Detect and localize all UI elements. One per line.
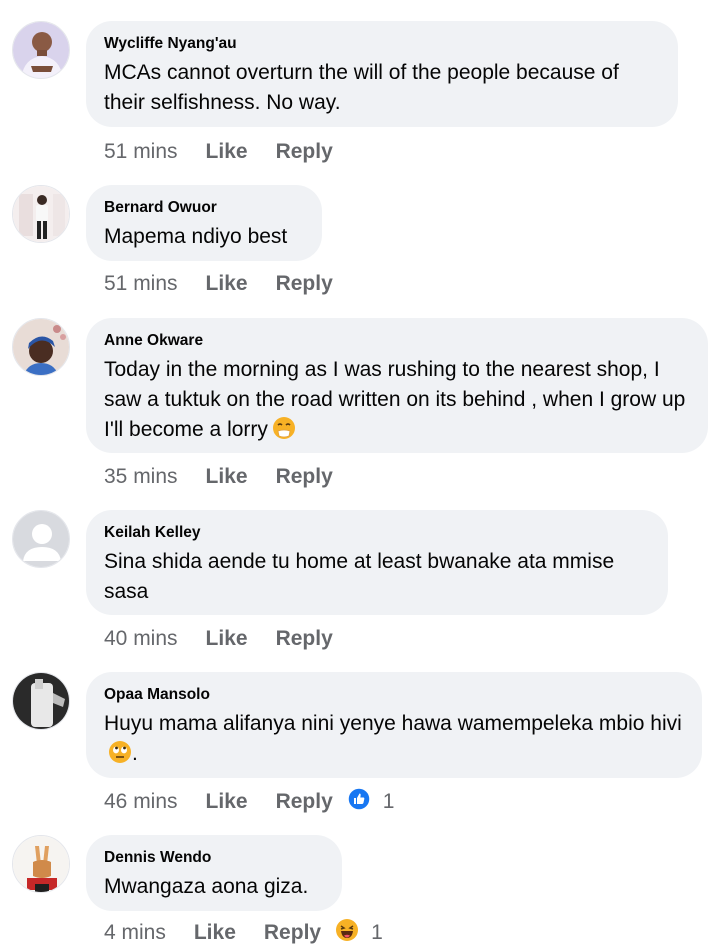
comment-bubble: Wycliffe Nyang'au MCAs cannot overturn t… — [86, 21, 678, 127]
like-reaction-icon — [347, 787, 371, 817]
comment-text: Huyu mama alifanya nini yenye hawa wamem… — [104, 709, 684, 773]
face-with-rolling-eyes-icon — [108, 740, 132, 773]
comment-author[interactable]: Anne Okware — [104, 332, 690, 350]
comment-actions: 51 mins Like Reply — [104, 270, 361, 298]
avatar[interactable] — [12, 672, 70, 730]
like-button[interactable]: Like — [206, 627, 248, 651]
reaction-count: 1 — [382, 790, 395, 813]
avatar[interactable] — [12, 21, 70, 79]
comment-author[interactable]: Keilah Kelley — [104, 524, 650, 542]
like-button[interactable]: Like — [194, 921, 236, 945]
comment-time[interactable]: 46 mins — [104, 790, 178, 814]
haha-reaction-icon — [335, 918, 359, 948]
comment-text: Today in the morning as I was rushing to… — [104, 355, 690, 449]
reply-button[interactable]: Reply — [276, 140, 333, 164]
comment-bubble: Opaa Mansolo Huyu mama alifanya nini yen… — [86, 672, 702, 778]
avatar-photo-icon — [13, 836, 69, 892]
comment-bubble: Dennis Wendo Mwangaza aona giza. — [86, 835, 342, 911]
avatar-photo-icon — [13, 22, 69, 78]
comment-time[interactable]: 4 mins — [104, 921, 166, 945]
comment-text-tail: . — [132, 742, 138, 765]
avatar-photo-icon — [13, 319, 69, 375]
comment-time[interactable]: 51 mins — [104, 272, 178, 296]
comment-author[interactable]: Dennis Wendo — [104, 849, 324, 867]
avatar[interactable] — [12, 185, 70, 243]
face-with-hand-over-mouth-icon — [272, 416, 296, 449]
comment-time[interactable]: 51 mins — [104, 140, 178, 164]
reply-button[interactable]: Reply — [276, 272, 333, 296]
reaction-count: 1 — [371, 921, 383, 944]
reply-button[interactable]: Reply — [276, 790, 333, 814]
comment-bubble: Anne Okware Today in the morning as I wa… — [86, 318, 708, 453]
comment-actions: 40 mins Like Reply — [104, 625, 361, 653]
reaction-summary[interactable]: 1 — [335, 918, 383, 948]
like-button[interactable]: Like — [206, 465, 248, 489]
comment-bubble: Bernard Owuor Mapema ndiyo best — [86, 185, 322, 261]
default-avatar-icon — [13, 511, 69, 567]
comment-author[interactable]: Wycliffe Nyang'au — [104, 35, 660, 53]
comment-author[interactable]: Opaa Mansolo — [104, 686, 684, 704]
comment-text-body: Huyu mama alifanya nini yenye hawa wamem… — [104, 712, 682, 735]
comment-time[interactable]: 35 mins — [104, 465, 178, 489]
comment-text: MCAs cannot overturn the will of the peo… — [104, 61, 619, 114]
comment-bubble: Keilah Kelley Sina shida aende tu home a… — [86, 510, 668, 615]
comment-text-body: Today in the morning as I was rushing to… — [104, 358, 686, 441]
like-button[interactable]: Like — [206, 272, 248, 296]
comment-text: Mwangaza aona giza. — [104, 875, 309, 898]
comment-actions: 46 mins Like Reply 1 — [104, 787, 395, 817]
comment-time[interactable]: 40 mins — [104, 627, 178, 651]
avatar[interactable] — [12, 318, 70, 376]
comment-text: Sina shida aende tu home at least bwanak… — [104, 550, 615, 603]
comment-author[interactable]: Bernard Owuor — [104, 199, 304, 217]
avatar-photo-icon — [13, 186, 69, 242]
avatar[interactable] — [12, 510, 70, 568]
reply-button[interactable]: Reply — [264, 921, 321, 945]
comment-text: Mapema ndiyo best — [104, 225, 288, 248]
avatar-photo-icon — [13, 673, 69, 729]
reply-button[interactable]: Reply — [276, 627, 333, 651]
reaction-summary[interactable]: 1 — [347, 787, 395, 817]
reply-button[interactable]: Reply — [276, 465, 333, 489]
like-button[interactable]: Like — [206, 790, 248, 814]
avatar[interactable] — [12, 835, 70, 893]
comment-actions: 51 mins Like Reply — [104, 138, 361, 166]
comment-actions: 35 mins Like Reply — [104, 463, 361, 491]
like-button[interactable]: Like — [206, 140, 248, 164]
